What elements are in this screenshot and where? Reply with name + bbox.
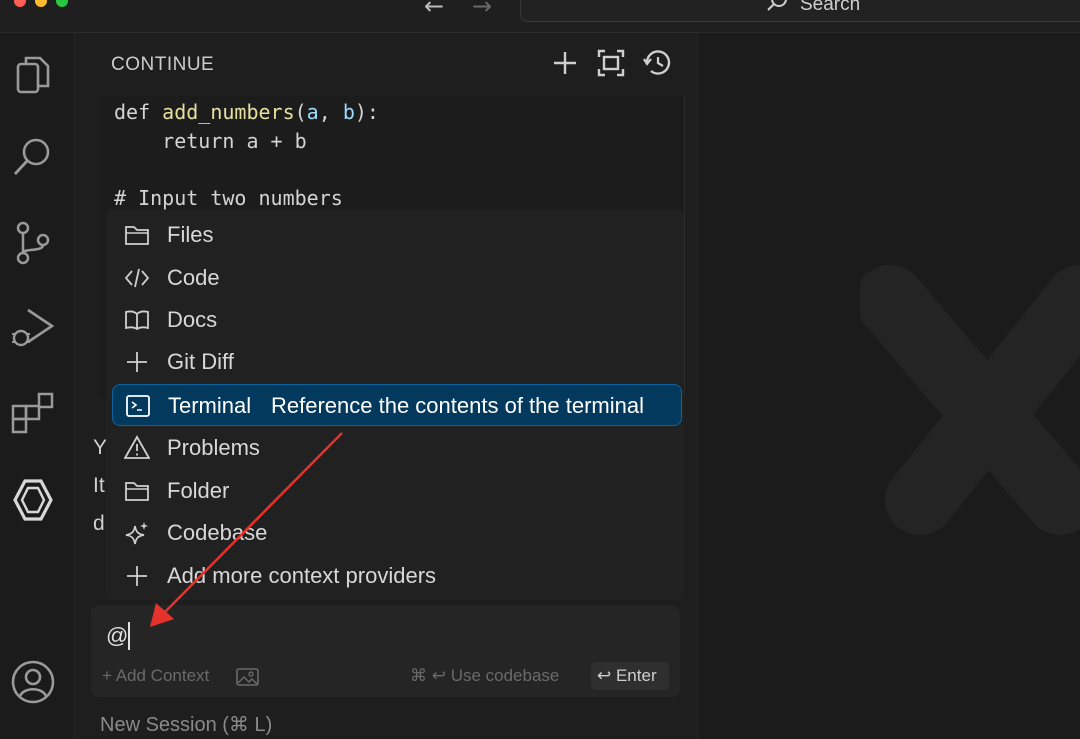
- continue-logo-icon[interactable]: [10, 477, 56, 523]
- book-icon: [125, 310, 149, 331]
- menu-item-git-diff[interactable]: Git Diff: [112, 341, 680, 381]
- code-line: def add_numbers(a, b):: [114, 100, 379, 124]
- menu-item-label: Files: [167, 222, 214, 247]
- code-icon: [124, 268, 150, 288]
- run-debug-icon[interactable]: [10, 306, 56, 352]
- title-bar: ← → Search: [0, 0, 1080, 33]
- menu-item-label: Code: [167, 265, 220, 290]
- minimize-window-button[interactable]: [35, 0, 47, 7]
- use-codebase-hint[interactable]: ⌘ ↩ Use codebase: [410, 666, 559, 686]
- menu-item-terminal[interactable]: Terminal Reference the contents of the t…: [112, 384, 682, 426]
- code-comment: # Input two numbers: [114, 186, 343, 210]
- code-line: return a + b: [114, 129, 307, 153]
- menu-item-label: Git Diff: [167, 349, 234, 374]
- chat-text-fragment: It: [93, 474, 105, 497]
- source-control-icon[interactable]: [10, 220, 56, 266]
- search-icon[interactable]: [10, 134, 56, 180]
- text-caret: [128, 622, 130, 650]
- menu-item-label: Terminal: [168, 393, 252, 418]
- enter-label: ↩ Enter: [597, 666, 657, 685]
- add-context-button[interactable]: + Add Context: [102, 666, 209, 686]
- close-window-button[interactable]: [14, 0, 26, 7]
- menu-item-description: Reference the contents of the terminal: [271, 393, 644, 418]
- chat-text-fragment: d: [93, 512, 105, 535]
- image-icon[interactable]: [236, 667, 260, 687]
- history-icon[interactable]: [642, 48, 672, 78]
- plus-icon: [127, 352, 147, 372]
- folder-icon: [125, 226, 149, 245]
- account-icon[interactable]: [10, 659, 56, 705]
- search-label: Search: [800, 0, 861, 15]
- panel-title: CONTINUE: [111, 54, 215, 75]
- terminal-icon: [126, 395, 150, 417]
- enter-button[interactable]: ↩ Enter: [591, 662, 669, 690]
- watermark-logo-icon: [860, 265, 1080, 535]
- plus-icon[interactable]: [550, 48, 580, 78]
- menu-item-code[interactable]: Code: [112, 257, 680, 297]
- files-icon[interactable]: [10, 52, 56, 98]
- chat-text-fragment: Y: [93, 436, 108, 459]
- menu-item-files[interactable]: Files: [112, 214, 680, 254]
- search-icon: [767, 0, 787, 11]
- back-arrow-icon[interactable]: ←: [424, 0, 444, 20]
- maximize-window-button[interactable]: [56, 0, 68, 7]
- extensions-icon[interactable]: [10, 390, 56, 436]
- forward-arrow-icon[interactable]: →: [472, 0, 492, 20]
- new-session-button[interactable]: New Session (⌘ L): [100, 712, 272, 737]
- fullscreen-icon[interactable]: [596, 48, 626, 78]
- menu-item-docs[interactable]: Docs: [112, 299, 680, 339]
- menu-item-label: Docs: [167, 307, 218, 332]
- chat-input-value[interactable]: @: [106, 623, 128, 649]
- annotation-arrow: [150, 432, 343, 627]
